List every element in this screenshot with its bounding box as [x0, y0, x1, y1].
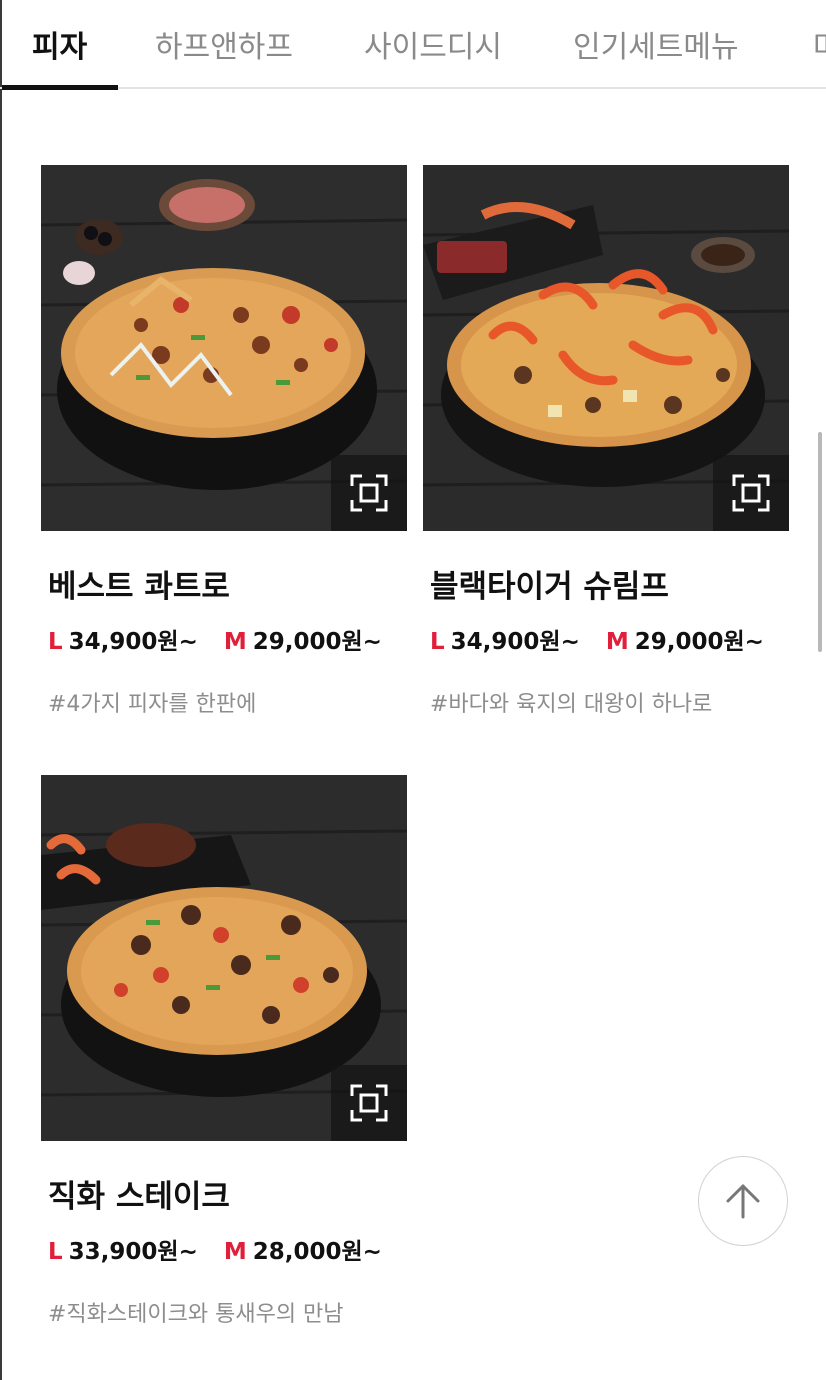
price-large: 34,900원~: [450, 629, 580, 655]
size-label-medium: M: [605, 629, 629, 655]
scrollbar-thumb[interactable]: [818, 432, 822, 652]
product-card-black-tiger-shrimp[interactable]: 블랙타이거 슈림프 L 34,900원~ M 29,000원~ #바다와 육지의 대왕…: [423, 165, 789, 718]
expand-frame-icon: [350, 474, 388, 512]
size-label-large: L: [48, 629, 63, 655]
scroll-to-top-button[interactable]: [698, 1156, 788, 1246]
price-row: L 34,900원~ M 29,000원~: [423, 622, 789, 656]
active-tab-indicator: [2, 85, 118, 90]
size-label-large: L: [48, 1239, 63, 1265]
tab-half-and-half[interactable]: 하프앤하프: [155, 22, 293, 66]
price-row: L 34,900원~ M 29,000원~: [41, 622, 407, 656]
size-label-medium: M: [223, 1239, 247, 1265]
size-label-large: L: [430, 629, 445, 655]
price-medium: 28,000원~: [252, 1239, 382, 1265]
category-tab-bar: 피자 하프앤하프 사이드디시 인기세트메뉴 마: [0, 0, 826, 90]
arrow-up-icon: [726, 1184, 760, 1219]
tab-bar-divider: [0, 87, 826, 89]
product-name[interactable]: 블랙타이거 슈림프: [423, 561, 789, 606]
product-card-best-quattro[interactable]: 베스트 콰트로 L 34,900원~ M 29,000원~ #4가지 피자를 한판에: [41, 165, 407, 718]
tab-pizza[interactable]: 피자: [32, 22, 87, 66]
product-card-flame-steak[interactable]: 직화 스테이크 L 33,900원~ M 28,000원~ #직화스테이크와 통새우의…: [41, 775, 407, 1328]
zoom-button[interactable]: [331, 1065, 407, 1141]
product-hashtag: #바다와 육지의 대왕이 하나로: [430, 692, 713, 717]
price-medium: 29,000원~: [252, 629, 382, 655]
price-large: 33,900원~: [68, 1239, 198, 1265]
product-hashtag: #직화스테이크와 통새우의 만남: [48, 1302, 344, 1327]
price-row: L 33,900원~ M 28,000원~: [41, 1232, 407, 1266]
product-name[interactable]: 베스트 콰트로: [41, 561, 407, 606]
expand-frame-icon: [732, 474, 770, 512]
tab-next-partial[interactable]: 마: [813, 22, 826, 66]
tab-popular-set-menu[interactable]: 인기세트메뉴: [573, 22, 739, 66]
product-name[interactable]: 직화 스테이크: [41, 1171, 407, 1216]
page-left-border: [0, 0, 2, 1380]
price-large: 34,900원~: [68, 629, 198, 655]
zoom-button[interactable]: [713, 455, 789, 531]
product-photo[interactable]: [41, 165, 407, 531]
zoom-button[interactable]: [331, 455, 407, 531]
product-hashtag: #4가지 피자를 한판에: [48, 692, 257, 717]
product-photo[interactable]: [41, 775, 407, 1141]
price-medium: 29,000원~: [634, 629, 764, 655]
size-label-medium: M: [223, 629, 247, 655]
tab-side-dish[interactable]: 사이드디시: [364, 22, 502, 66]
expand-frame-icon: [350, 1084, 388, 1122]
product-photo[interactable]: [423, 165, 789, 531]
